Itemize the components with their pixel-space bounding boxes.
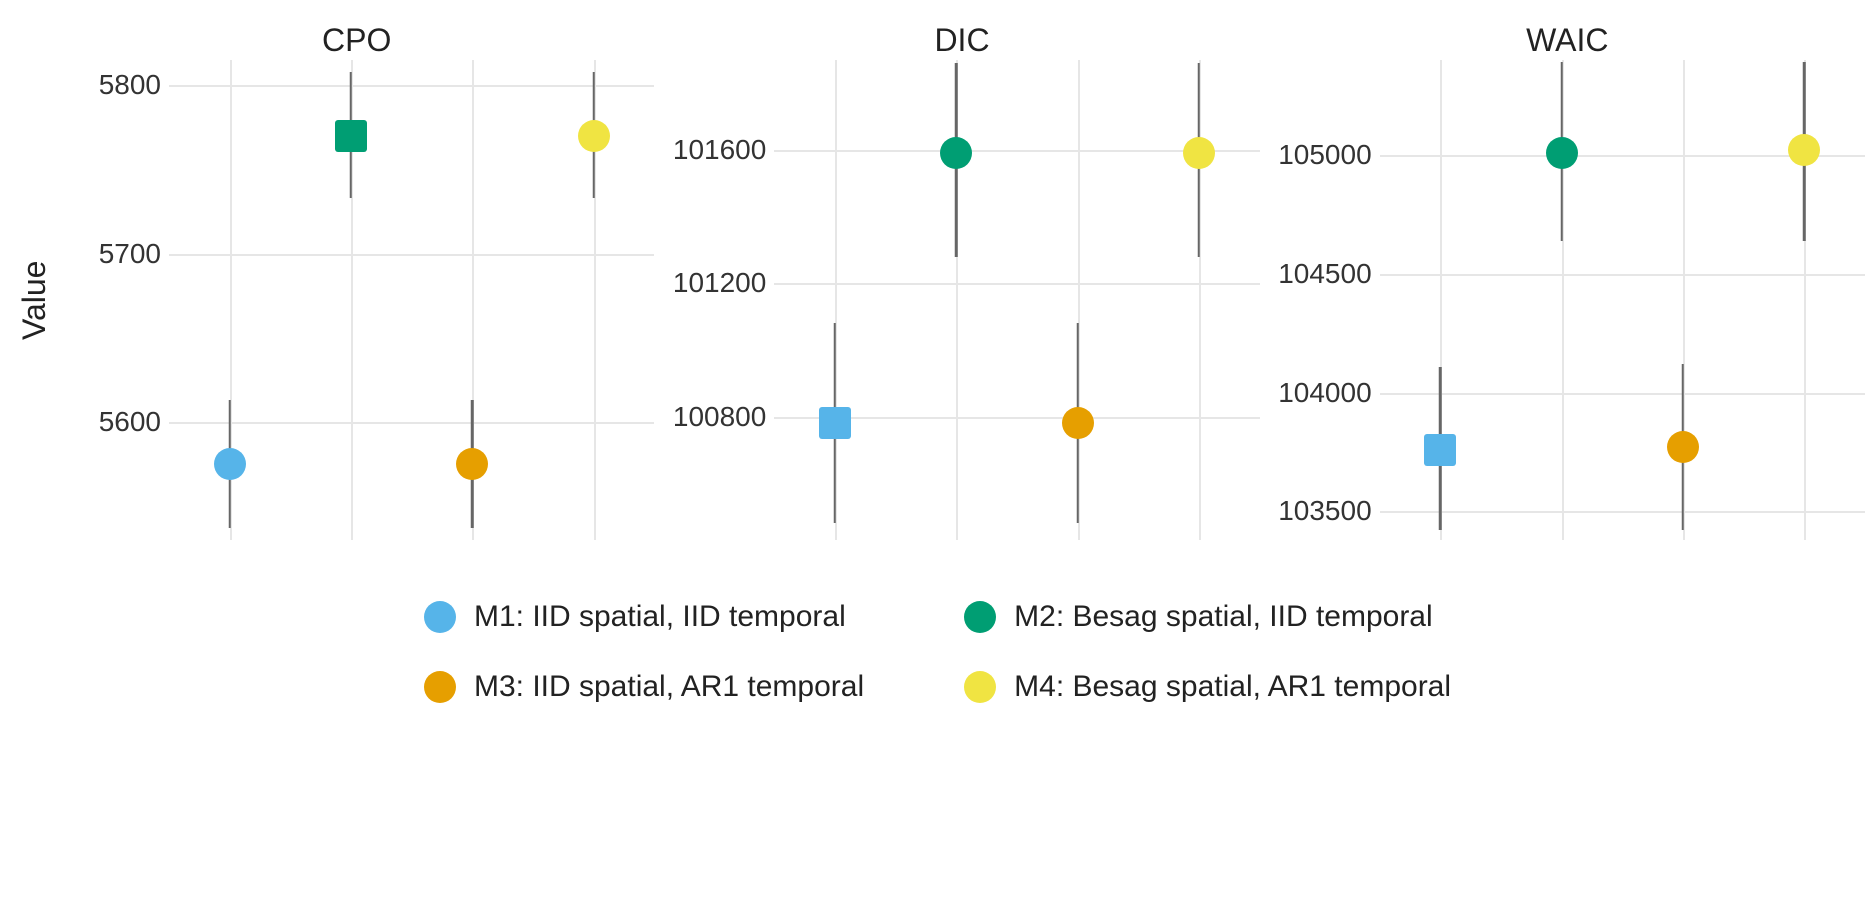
legend-item-m3: M3: IID spatial, AR1 temporal xyxy=(424,670,864,704)
legend-item-m2: M2: Besag spatial, IID temporal xyxy=(964,600,1451,634)
legend-item-m4: M4: Besag spatial, AR1 temporal xyxy=(964,670,1451,704)
legend-label: M3: IID spatial, AR1 temporal xyxy=(474,670,864,704)
panels-row: Value CPO 5600 5700 5800 DIC 100800 101200 1016… xyxy=(10,20,1865,540)
legend-dot-icon xyxy=(964,601,996,633)
panel-body: 5600 5700 5800 xyxy=(59,60,654,540)
y-tick-label: 104500 xyxy=(1278,258,1371,290)
panel-title: WAIC xyxy=(1270,20,1865,60)
panel-body: 103500 104000 104500 105000 xyxy=(1270,60,1865,540)
plot-area xyxy=(774,60,1259,540)
y-ticks: 5600 5700 5800 xyxy=(59,60,169,540)
legend-dot-icon xyxy=(964,671,996,703)
point-m1 xyxy=(819,407,851,439)
y-tick-label: 5800 xyxy=(99,69,161,101)
panel-title: CPO xyxy=(59,20,654,60)
y-tick-label: 104000 xyxy=(1278,377,1371,409)
legend-label: M4: Besag spatial, AR1 temporal xyxy=(1014,670,1451,704)
gridline-h xyxy=(1380,393,1865,395)
y-tick-label: 105000 xyxy=(1278,139,1371,171)
gridline-h xyxy=(1380,511,1865,513)
legend-label: M2: Besag spatial, IID temporal xyxy=(1014,600,1433,634)
y-tick-label: 101200 xyxy=(673,267,766,299)
gridline-h xyxy=(169,85,654,87)
legend-dot-icon xyxy=(424,601,456,633)
gridline-h xyxy=(774,283,1259,285)
y-axis-title: Value xyxy=(10,60,59,540)
legend-item-m1: M1: IID spatial, IID temporal xyxy=(424,600,864,634)
legend-label: M1: IID spatial, IID temporal xyxy=(474,600,846,634)
point-m3 xyxy=(1667,431,1699,463)
gridline-h xyxy=(1380,274,1865,276)
panel-cpo: CPO 5600 5700 5800 xyxy=(59,20,654,540)
point-m2 xyxy=(940,137,972,169)
point-m3 xyxy=(1062,407,1094,439)
y-tick-label: 100800 xyxy=(673,401,766,433)
gridline-h xyxy=(169,422,654,424)
point-m3 xyxy=(456,448,488,480)
point-m4 xyxy=(1788,134,1820,166)
y-ticks: 103500 104000 104500 105000 xyxy=(1270,60,1380,540)
point-m1 xyxy=(1424,434,1456,466)
panel-waic: WAIC 103500 104000 104500 105000 xyxy=(1270,20,1865,540)
y-tick-label: 5600 xyxy=(99,406,161,438)
point-m2 xyxy=(335,120,367,152)
point-m4 xyxy=(1183,137,1215,169)
legend-dot-icon xyxy=(424,671,456,703)
panel-title: DIC xyxy=(664,20,1259,60)
legend: M1: IID spatial, IID temporal M2: Besag s… xyxy=(424,600,1451,704)
point-m1 xyxy=(214,448,246,480)
y-tick-label: 5700 xyxy=(99,238,161,270)
point-m2 xyxy=(1546,137,1578,169)
y-ticks: 100800 101200 101600 xyxy=(664,60,774,540)
plot-area xyxy=(169,60,654,540)
point-m4 xyxy=(578,120,610,152)
y-tick-label: 101600 xyxy=(673,134,766,166)
model-criteria-chart: Value CPO 5600 5700 5800 DIC 100800 101200 1016… xyxy=(10,20,1865,704)
gridline-h xyxy=(169,254,654,256)
panel-dic: DIC 100800 101200 101600 xyxy=(664,20,1259,540)
panel-group: CPO 5600 5700 5800 DIC 100800 101200 101600 WAIC… xyxy=(59,20,1865,540)
panel-body: 100800 101200 101600 xyxy=(664,60,1259,540)
y-tick-label: 103500 xyxy=(1278,495,1371,527)
plot-area xyxy=(1380,60,1865,540)
